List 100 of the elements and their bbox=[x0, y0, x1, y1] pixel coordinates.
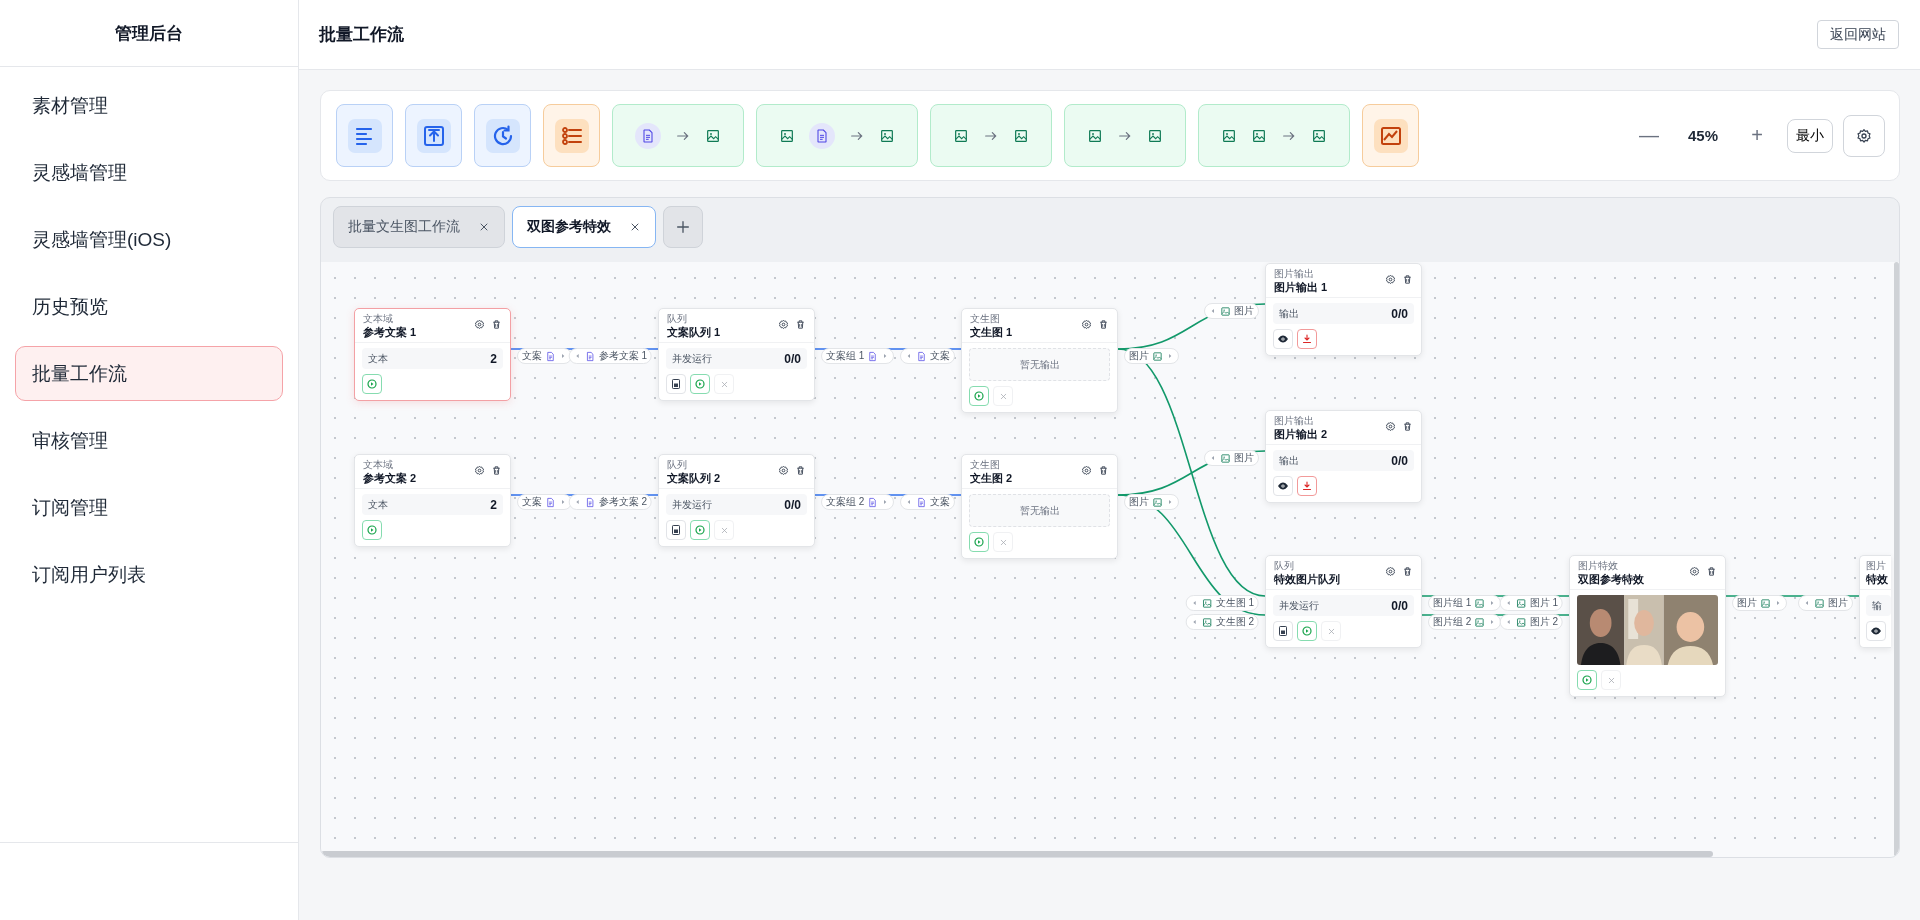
sidebar-item[interactable]: 灵感墙管理(iOS) bbox=[15, 212, 283, 267]
sidebar-item[interactable]: 审核管理 bbox=[15, 413, 283, 468]
caret-icon bbox=[905, 352, 913, 360]
cancel-button[interactable] bbox=[993, 386, 1013, 406]
node-category: 图片 bbox=[1866, 560, 1887, 572]
caret-icon bbox=[1774, 599, 1782, 607]
image-icon bbox=[1201, 597, 1213, 609]
cancel-button[interactable] bbox=[714, 520, 734, 540]
run-button[interactable] bbox=[969, 386, 989, 406]
node-card[interactable]: 文生图 文生图 1 暂无输出 bbox=[961, 308, 1118, 413]
trash-icon bbox=[1402, 566, 1413, 577]
input-port[interactable]: 图片 bbox=[1204, 450, 1259, 466]
node-category: 文本域 bbox=[363, 313, 394, 325]
workflow-tab[interactable]: 双图参考特效 bbox=[512, 206, 656, 248]
input-port[interactable]: 图片 bbox=[1204, 303, 1259, 319]
input-port[interactable]: 文案 bbox=[900, 348, 955, 364]
min-button[interactable]: 最小 bbox=[1787, 118, 1833, 153]
preview-button[interactable] bbox=[1273, 476, 1293, 496]
input-port[interactable]: 图片 2 bbox=[1499, 614, 1563, 630]
node-card[interactable]: 图片特效 双图参考特效 bbox=[1569, 555, 1726, 697]
tool-button[interactable] bbox=[336, 104, 393, 167]
sidebar-item[interactable]: 历史预览 bbox=[15, 279, 283, 334]
sidebar-item[interactable]: 素材管理 bbox=[15, 78, 283, 133]
run-button[interactable] bbox=[362, 520, 382, 540]
output-port[interactable]: 文案组 1 bbox=[821, 348, 895, 364]
play-icon bbox=[694, 524, 706, 536]
trash-icon bbox=[1402, 421, 1413, 432]
back-button[interactable]: 返回网站 bbox=[1817, 20, 1899, 49]
output-port[interactable]: 图片组 2 bbox=[1428, 614, 1502, 630]
close-icon bbox=[1606, 675, 1616, 685]
run-button[interactable] bbox=[362, 374, 382, 394]
save-button[interactable] bbox=[666, 520, 686, 540]
node-card[interactable]: 图片输出 图片输出 2 输出 0/0 bbox=[1265, 410, 1422, 503]
cancel-button[interactable] bbox=[714, 374, 734, 394]
download-icon bbox=[1301, 333, 1313, 345]
tool-button[interactable] bbox=[756, 104, 918, 167]
input-port[interactable]: 文案 bbox=[900, 494, 955, 510]
zoom-out-button[interactable]: — bbox=[1633, 119, 1665, 152]
run-button[interactable] bbox=[969, 532, 989, 552]
node-title: 文生图 2 bbox=[970, 471, 1014, 485]
output-port[interactable]: 图片 bbox=[1124, 494, 1179, 510]
output-placeholder: 暂无输出 bbox=[969, 494, 1110, 527]
field-label: 输出 bbox=[1279, 306, 1299, 321]
node-card[interactable]: 队列 特效图片队列 并发运行 0/0 bbox=[1265, 555, 1422, 648]
cancel-button[interactable] bbox=[993, 532, 1013, 552]
node-card[interactable]: 图片 特效 输 bbox=[1859, 555, 1891, 648]
output-port[interactable]: 文案 bbox=[517, 348, 572, 364]
output-port[interactable]: 图片组 1 bbox=[1428, 595, 1502, 611]
scrollbar[interactable] bbox=[1894, 262, 1899, 857]
output-port[interactable]: 图片 bbox=[1732, 595, 1787, 611]
caret-icon bbox=[1209, 454, 1217, 462]
node-card[interactable]: 队列 文案队列 2 并发运行 0/0 bbox=[658, 454, 815, 547]
scrollbar[interactable] bbox=[321, 851, 1713, 857]
image-icon bbox=[705, 127, 721, 144]
tool-button[interactable] bbox=[405, 104, 462, 167]
save-button[interactable] bbox=[1273, 621, 1293, 641]
sidebar-item[interactable]: 批量工作流 bbox=[15, 346, 283, 401]
cancel-button[interactable] bbox=[1601, 670, 1621, 690]
zoom-in-button[interactable]: + bbox=[1741, 119, 1773, 152]
input-port[interactable]: 参考文案 1 bbox=[568, 348, 652, 364]
field-label: 输出 bbox=[1279, 453, 1299, 468]
sidebar-item[interactable]: 订阅用户列表 bbox=[15, 547, 283, 602]
add-tab-button[interactable] bbox=[663, 206, 703, 248]
output-port[interactable]: 文案 bbox=[517, 494, 572, 510]
tool-button[interactable] bbox=[474, 104, 531, 167]
preview-button[interactable] bbox=[1866, 621, 1886, 641]
cancel-button[interactable] bbox=[1321, 621, 1341, 641]
tool-button[interactable] bbox=[1198, 104, 1350, 167]
output-port[interactable]: 图片 bbox=[1124, 348, 1179, 364]
eye-icon bbox=[1870, 625, 1882, 637]
node-card[interactable]: 文本域 参考文案 1 文本 2 bbox=[354, 308, 511, 401]
output-placeholder: 暂无输出 bbox=[969, 348, 1110, 381]
tool-button[interactable] bbox=[1362, 104, 1419, 167]
zoom-level: 45% bbox=[1687, 127, 1719, 144]
input-port[interactable]: 图片 1 bbox=[1499, 595, 1563, 611]
tool-button[interactable] bbox=[543, 104, 600, 167]
input-port[interactable]: 文生图 2 bbox=[1185, 614, 1259, 630]
download-button[interactable] bbox=[1297, 329, 1317, 349]
node-card[interactable]: 队列 文案队列 1 并发运行 0/0 bbox=[658, 308, 815, 401]
settings-button[interactable] bbox=[1843, 114, 1885, 157]
save-icon bbox=[670, 524, 682, 536]
preview-button[interactable] bbox=[1273, 329, 1293, 349]
node-card[interactable]: 文生图 文生图 2 暂无输出 bbox=[961, 454, 1118, 559]
download-button[interactable] bbox=[1297, 476, 1317, 496]
settings-icon bbox=[1081, 319, 1092, 330]
field-label: 输 bbox=[1872, 598, 1882, 613]
input-port[interactable]: 文生图 1 bbox=[1185, 595, 1259, 611]
document-icon bbox=[809, 122, 835, 149]
eye-icon bbox=[1277, 480, 1289, 492]
sidebar-item[interactable]: 订阅管理 bbox=[15, 480, 283, 535]
node-card[interactable]: 图片输出 图片输出 1 输出 0/0 bbox=[1265, 263, 1422, 356]
sidebar-item[interactable]: 灵感墙管理 bbox=[15, 145, 283, 200]
settings-icon bbox=[778, 465, 789, 476]
input-port[interactable]: 图片 bbox=[1798, 595, 1853, 611]
save-button[interactable] bbox=[666, 374, 686, 394]
run-button[interactable] bbox=[1577, 670, 1597, 690]
output-port[interactable]: 文案组 2 bbox=[821, 494, 895, 510]
node-card[interactable]: 文本域 参考文案 2 文本 2 bbox=[354, 454, 511, 547]
workflow-tab[interactable]: 批量文生图工作流 bbox=[333, 206, 505, 248]
input-port[interactable]: 参考文案 2 bbox=[568, 494, 652, 510]
